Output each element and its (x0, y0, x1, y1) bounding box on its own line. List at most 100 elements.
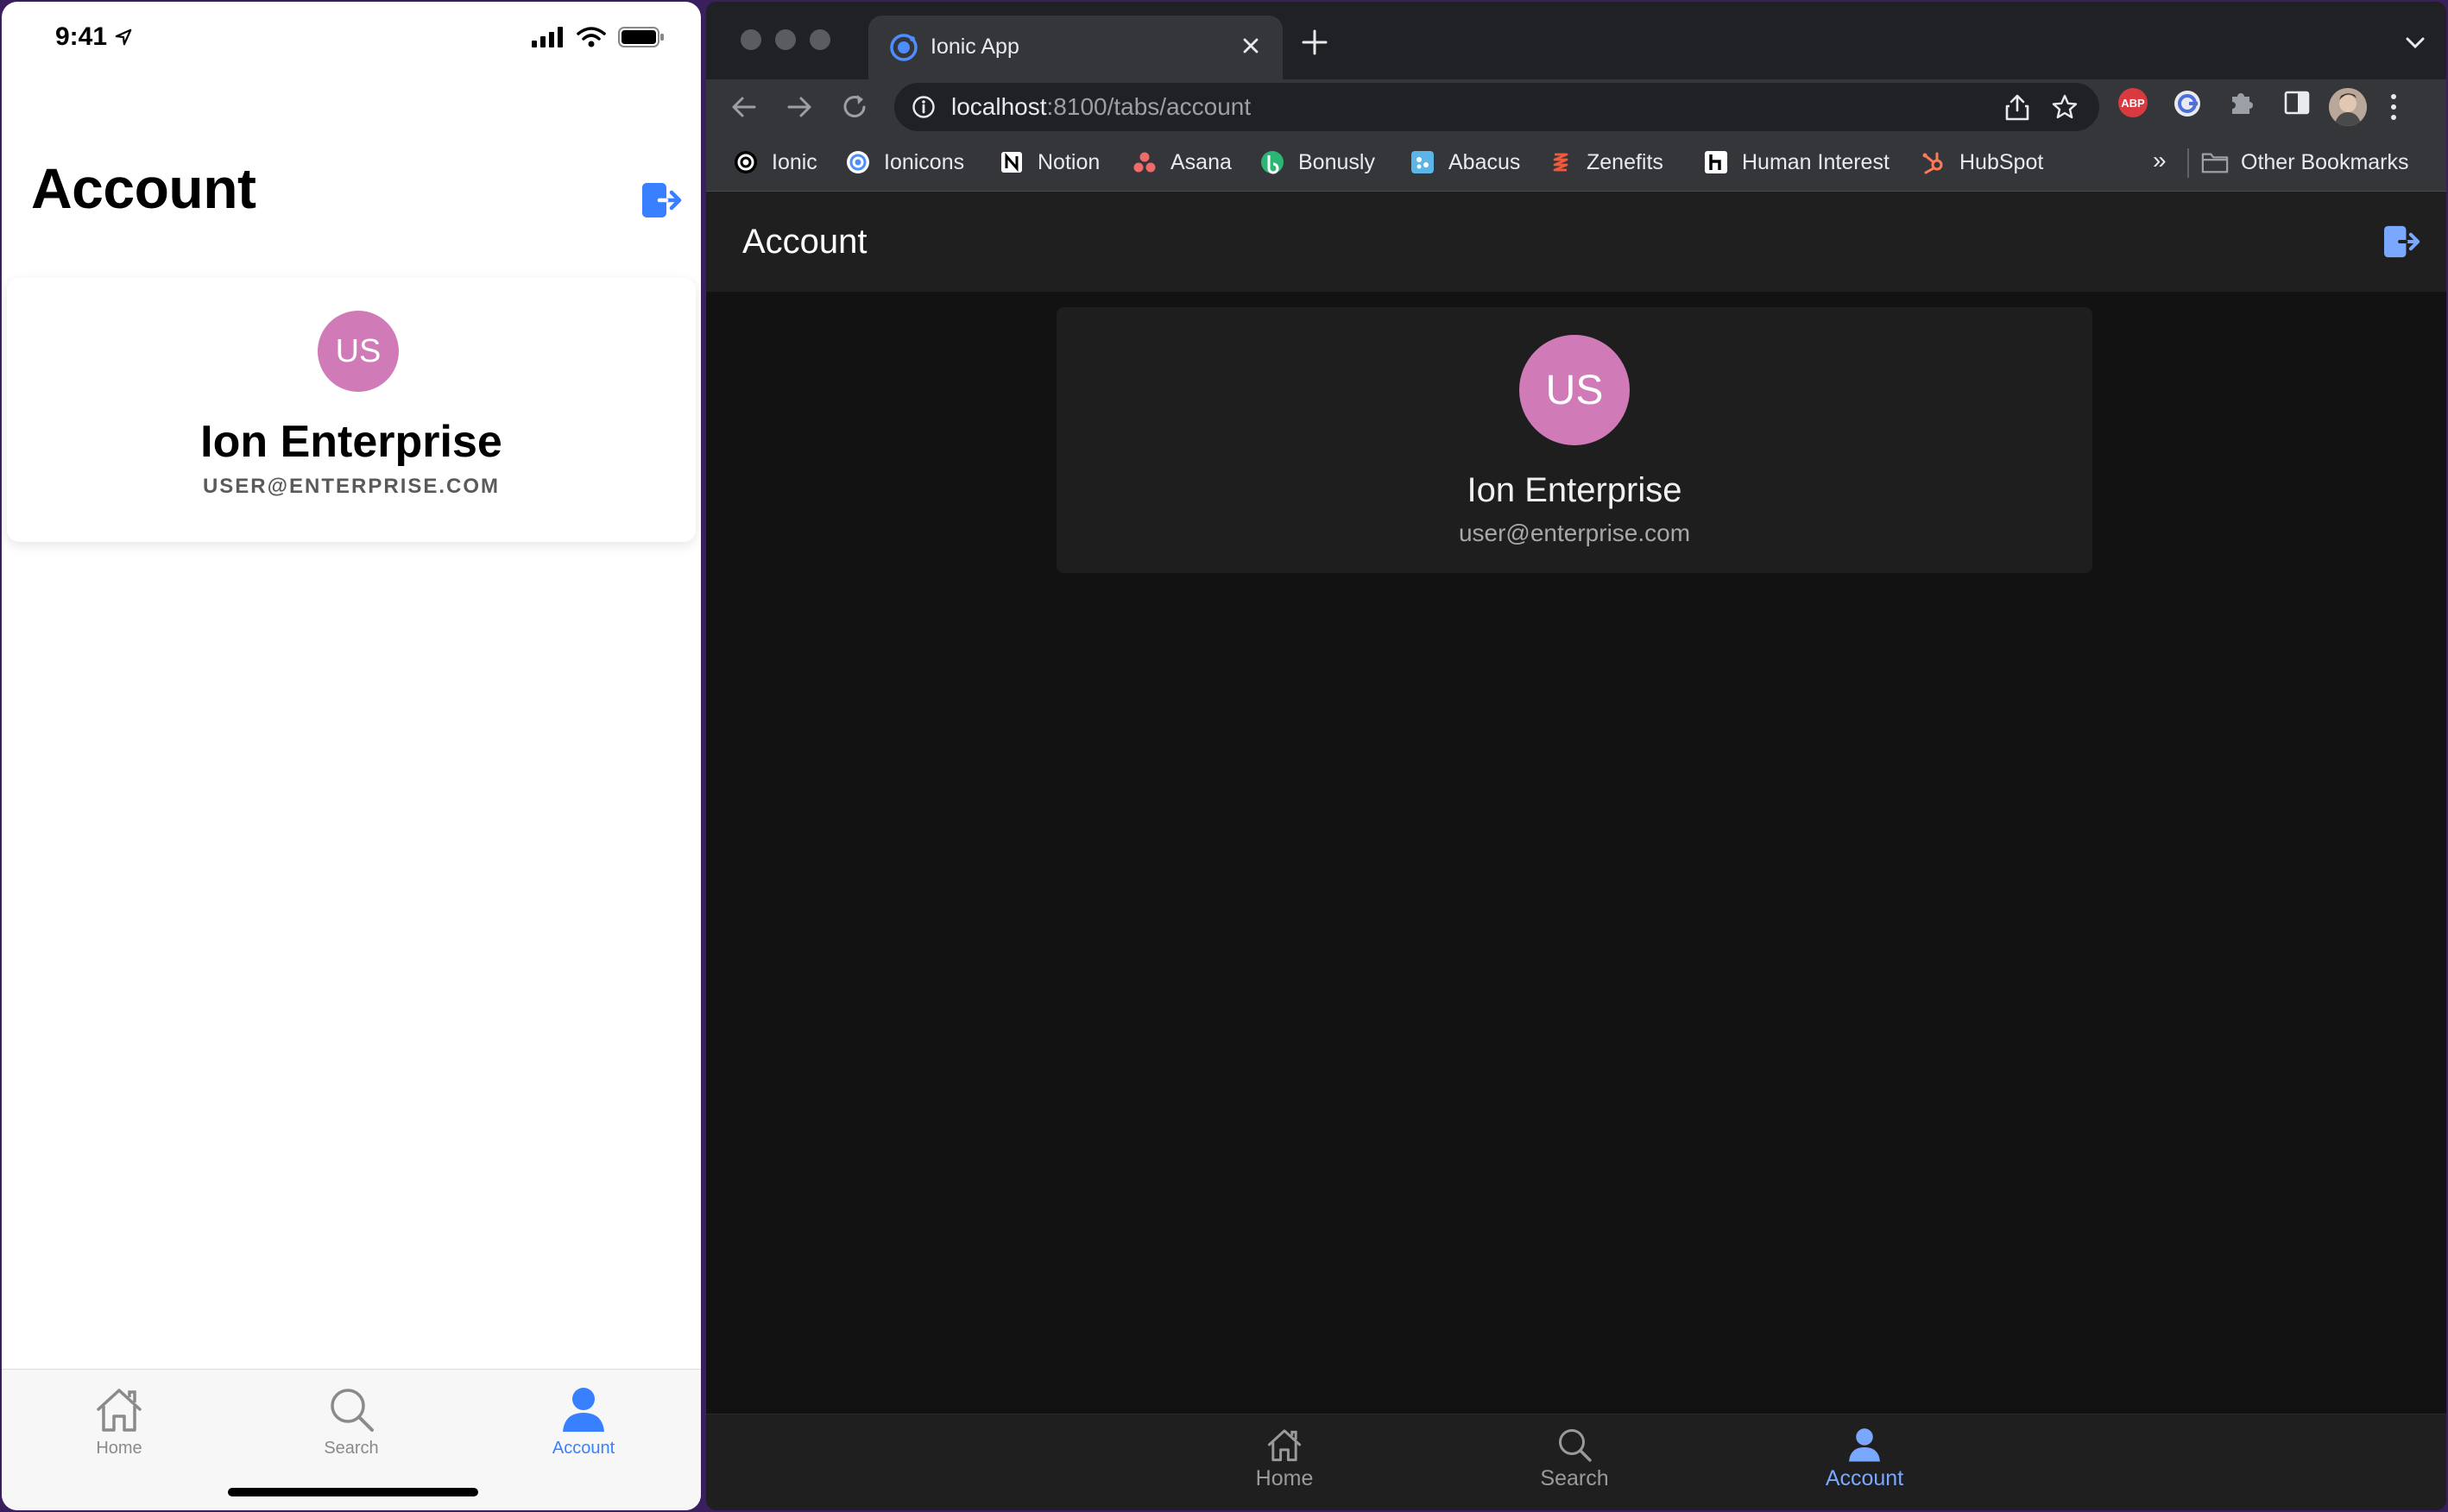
bookmark-hubspot[interactable]: HubSpot (1920, 148, 2043, 176)
bonusly-icon (1261, 151, 1284, 174)
tab-search-label: Search (1540, 1466, 1609, 1490)
search-icon (1559, 1429, 1592, 1462)
window-close-button[interactable] (741, 29, 761, 50)
logout-icon (642, 183, 682, 217)
hubspot-icon (1922, 152, 1943, 174)
battery-icon (618, 27, 664, 47)
site-info-icon[interactable] (912, 95, 936, 119)
page-title: Account (742, 223, 868, 261)
status-bar: 9:41 (2, 2, 701, 79)
human-interest-icon (1705, 151, 1727, 173)
new-tab-icon[interactable] (1302, 29, 1328, 55)
notion-icon (1001, 152, 1022, 173)
tab-home-label: Home (96, 1439, 142, 1458)
bookmark-label: Asana (1170, 149, 1232, 174)
tab-account-label: Account (1825, 1466, 1904, 1490)
profile-avatar[interactable] (2329, 88, 2367, 126)
wifi-icon (577, 27, 606, 47)
extension-g-icon[interactable] (2172, 88, 2203, 119)
bookmark-ionicons[interactable]: Ionicons (844, 148, 964, 176)
profile-card: US Ion Enterprise user@enterprise.com (1057, 307, 2092, 573)
profile-photo-icon (2329, 88, 2367, 126)
person-icon (563, 1388, 604, 1432)
bookmark-label: Abacus (1448, 149, 1521, 174)
tab-account[interactable]: Account (1778, 1427, 1951, 1491)
tab-bar: Home Search Account (2, 1369, 701, 1510)
tab-bar: Home Search Account (706, 1414, 2446, 1510)
abacus-icon (1411, 151, 1434, 173)
bookmarks-bar: Ionic Ionicons Notion Asana Bonusly Abac… (706, 135, 2446, 192)
bookmark-human-interest[interactable]: Human Interest (1702, 148, 1890, 176)
asana-icon (1133, 152, 1156, 173)
bookmark-asana[interactable]: Asana (1131, 148, 1232, 176)
tab-search-label: Search (324, 1439, 379, 1458)
cellular-signal-icon (532, 27, 563, 47)
search-icon (331, 1389, 374, 1432)
url-host: localhost (951, 93, 1047, 120)
browser-toolbar: localhost:8100/tabs/account ABP (706, 79, 2446, 135)
ionicons-icon (847, 151, 869, 173)
browser-window: Ionic App localhost:8100/tabs/account AB… (706, 2, 2446, 1510)
ionic-icon (735, 151, 757, 173)
address-bar[interactable]: localhost:8100/tabs/account (894, 83, 2099, 131)
logout-button[interactable] (640, 181, 682, 219)
bookmark-label: Ionic (772, 149, 817, 174)
bookmark-zenefits[interactable]: Zenefits (1547, 148, 1663, 176)
bookmarks-divider (2187, 148, 2189, 178)
other-bookmarks[interactable]: Other Bookmarks (2201, 148, 2409, 176)
chevron-down-icon[interactable] (2405, 36, 2426, 50)
bookmark-label: Notion (1038, 149, 1101, 174)
ionic-favicon-icon (890, 34, 918, 61)
location-arrow-icon (115, 28, 132, 46)
bookmark-label: Ionicons (884, 149, 965, 174)
more-vert-icon[interactable] (2389, 91, 2398, 123)
tab-home[interactable]: Home (33, 1385, 205, 1458)
bookmark-label: HubSpot (1959, 149, 2044, 174)
status-time-text: 9:41 (55, 22, 108, 51)
phone-simulator: 9:41 Account US Ion Enterprise USER@ENTE… (2, 2, 701, 1510)
bookmark-notion[interactable]: Notion (998, 148, 1100, 176)
browser-tab[interactable]: Ionic App (868, 16, 1283, 79)
tab-home[interactable]: Home (1198, 1427, 1371, 1491)
avatar: US (318, 311, 399, 392)
bookmark-star-icon[interactable] (2051, 93, 2079, 121)
bookmark-ionic[interactable]: Ionic (732, 148, 817, 176)
reload-icon[interactable] (839, 91, 870, 123)
bookmarks-overflow-button[interactable]: » (2153, 147, 2167, 174)
zenefits-icon (1553, 153, 1568, 172)
home-icon (1267, 1429, 1302, 1462)
window-minimize-button[interactable] (775, 29, 796, 50)
close-icon[interactable] (1236, 31, 1265, 60)
bookmark-bonusly[interactable]: Bonusly (1259, 148, 1375, 176)
url-path: :8100/tabs/account (1046, 93, 1252, 120)
tab-search[interactable]: Search (1488, 1427, 1661, 1491)
app-header: Account (706, 192, 2446, 292)
forward-icon[interactable] (784, 91, 815, 123)
profile-card: US Ion Enterprise USER@ENTERPRISE.COM (7, 278, 696, 542)
address-url: localhost:8100/tabs/account (951, 93, 1251, 121)
profile-email: USER@ENTERPRISE.COM (202, 475, 501, 498)
person-icon (1849, 1428, 1880, 1462)
tab-title: Ionic App (931, 35, 1019, 59)
tab-account[interactable]: Account (497, 1385, 670, 1458)
side-panel-icon[interactable] (2282, 88, 2312, 117)
back-icon[interactable] (729, 91, 760, 123)
page-title: Account (31, 156, 256, 220)
window-zoom-button[interactable] (810, 29, 830, 50)
home-indicator (228, 1488, 478, 1496)
profile-name: Ion Enterprise (1467, 471, 1682, 509)
adblock-extension-button[interactable]: ABP (2118, 88, 2148, 117)
other-bookmarks-label: Other Bookmarks (2241, 149, 2409, 174)
logout-button[interactable] (2382, 224, 2420, 259)
avatar: US (1519, 335, 1630, 445)
bookmark-label: Bonusly (1298, 149, 1375, 174)
bookmark-abacus[interactable]: Abacus (1409, 148, 1520, 176)
share-icon[interactable] (2004, 93, 2030, 121)
bookmark-label: Zenefits (1587, 149, 1663, 174)
status-time: 9:41 (55, 22, 133, 52)
tab-account-label: Account (552, 1439, 615, 1458)
logout-icon (2384, 225, 2420, 258)
extensions-puzzle-icon[interactable] (2227, 88, 2256, 117)
tab-search[interactable]: Search (265, 1385, 438, 1458)
bookmark-label: Human Interest (1742, 149, 1890, 174)
